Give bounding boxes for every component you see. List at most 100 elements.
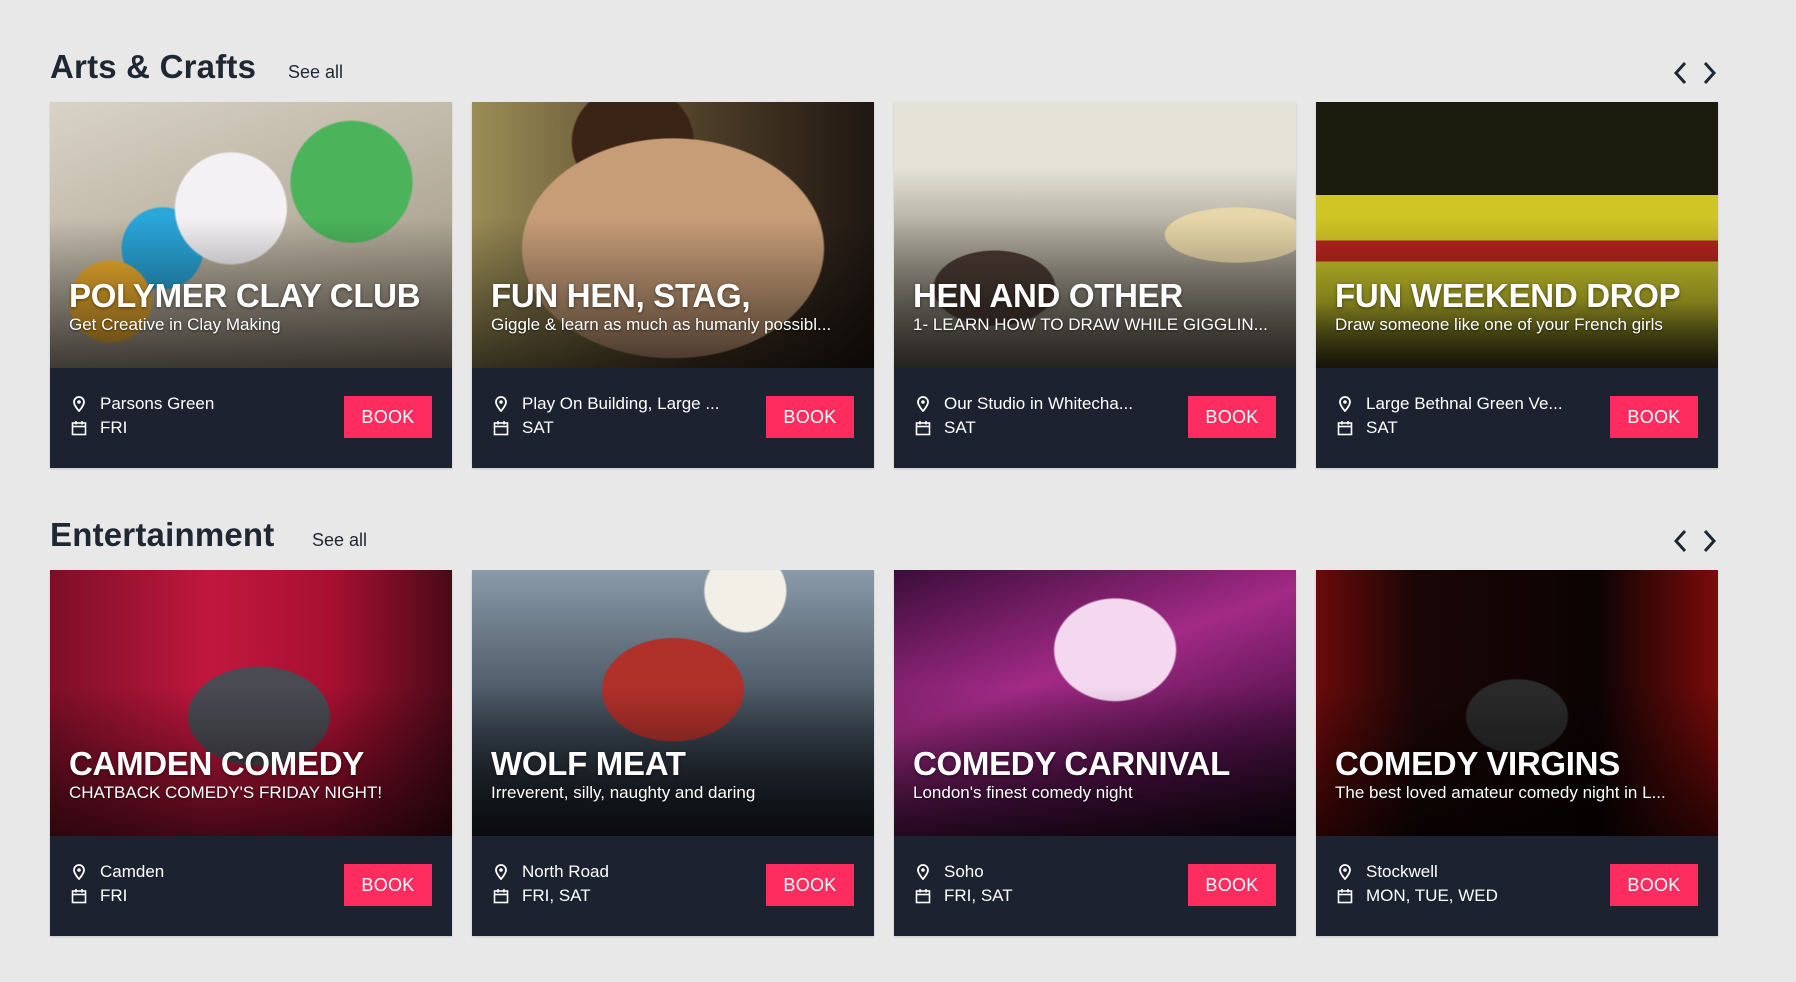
book-button[interactable]: BOOK bbox=[1188, 864, 1276, 906]
location-text: Camden bbox=[100, 862, 165, 881]
location-text: Play On Building, Large ... bbox=[522, 394, 720, 413]
event-title: POLYMER CLAY CLUB bbox=[69, 277, 421, 314]
event-subtitle: The best loved amateur comedy night in L… bbox=[1335, 783, 1666, 802]
book-button[interactable]: BOOK bbox=[344, 864, 432, 906]
event-title: HEN AND OTHER bbox=[913, 277, 1183, 314]
event-location: Play On Building, Large ... bbox=[492, 394, 720, 414]
days-text: SAT bbox=[944, 418, 976, 437]
event-days: FRI bbox=[70, 418, 127, 438]
section-header: Arts & Crafts See all bbox=[50, 40, 1720, 102]
days-text: FRI, SAT bbox=[944, 886, 1013, 905]
book-button[interactable]: BOOK bbox=[766, 396, 854, 438]
event-subtitle: Draw someone like one of your French gir… bbox=[1335, 315, 1663, 334]
event-location: North Road bbox=[492, 862, 609, 882]
event-footer: Our Studio in Whitecha... SAT BOOK bbox=[894, 368, 1296, 468]
days-text: MON, TUE, WED bbox=[1366, 886, 1498, 905]
event-days: SAT bbox=[1336, 418, 1398, 438]
event-subtitle: London's finest comedy night bbox=[913, 783, 1133, 802]
event-title: CAMDEN COMEDY bbox=[69, 745, 364, 782]
map-pin-icon bbox=[914, 863, 932, 881]
calendar-icon bbox=[1336, 887, 1354, 905]
map-pin-icon bbox=[70, 863, 88, 881]
book-button[interactable]: BOOK bbox=[766, 864, 854, 906]
event-footer: Large Bethnal Green Ve... SAT BOOK bbox=[1316, 368, 1718, 468]
calendar-icon bbox=[1336, 419, 1354, 437]
event-card[interactable]: CAMDEN COMEDY CHATBACK COMEDY'S FRIDAY N… bbox=[50, 570, 452, 936]
chevron-left-icon[interactable] bbox=[1670, 526, 1690, 556]
location-text: Soho bbox=[944, 862, 984, 881]
location-text: Large Bethnal Green Ve... bbox=[1366, 394, 1563, 413]
event-days: SAT bbox=[914, 418, 976, 438]
book-button[interactable]: BOOK bbox=[344, 396, 432, 438]
event-subtitle: Giggle & learn as much as humanly possib… bbox=[491, 315, 832, 334]
calendar-icon bbox=[70, 419, 88, 437]
carousel-arrows bbox=[1670, 526, 1720, 556]
section-title: Arts & Crafts bbox=[50, 48, 257, 85]
calendar-icon bbox=[914, 887, 932, 905]
card-row: POLYMER CLAY CLUB Get Creative in Clay M… bbox=[50, 102, 1718, 468]
event-subtitle: Irreverent, silly, naughty and daring bbox=[491, 783, 756, 802]
map-pin-icon bbox=[492, 395, 510, 413]
map-pin-icon bbox=[492, 863, 510, 881]
event-days: SAT bbox=[492, 418, 554, 438]
event-card[interactable]: WOLF MEAT Irreverent, silly, naughty and… bbox=[472, 570, 874, 936]
chevron-right-icon[interactable] bbox=[1700, 526, 1720, 556]
event-footer: Parsons Green FRI BOOK bbox=[50, 368, 452, 468]
event-card[interactable]: POLYMER CLAY CLUB Get Creative in Clay M… bbox=[50, 102, 452, 468]
calendar-icon bbox=[914, 419, 932, 437]
event-title: FUN HEN, STAG, bbox=[491, 277, 751, 314]
event-footer: Soho FRI, SAT BOOK bbox=[894, 836, 1296, 936]
event-days: FRI, SAT bbox=[914, 886, 1013, 906]
days-text: FRI bbox=[100, 418, 128, 437]
card-row: CAMDEN COMEDY CHATBACK COMEDY'S FRIDAY N… bbox=[50, 570, 1718, 936]
chevron-right-icon[interactable] bbox=[1700, 58, 1720, 88]
event-card[interactable]: FUN HEN, STAG, Giggle & learn as much as… bbox=[472, 102, 874, 468]
days-text: SAT bbox=[522, 418, 554, 437]
book-button[interactable]: BOOK bbox=[1610, 396, 1698, 438]
event-location: Camden bbox=[70, 862, 164, 882]
see-all-link[interactable]: See all bbox=[312, 530, 367, 551]
event-subtitle: 1- LEARN HOW TO DRAW WHILE GIGGLIN... bbox=[913, 315, 1268, 334]
event-card[interactable]: COMEDY CARNIVAL London's finest comedy n… bbox=[894, 570, 1296, 936]
section-title: Entertainment bbox=[50, 516, 275, 553]
event-days: FRI, SAT bbox=[492, 886, 591, 906]
days-text: FRI bbox=[100, 886, 128, 905]
carousel-arrows bbox=[1670, 58, 1720, 88]
map-pin-icon bbox=[914, 395, 932, 413]
event-footer: Camden FRI BOOK bbox=[50, 836, 452, 936]
event-title: WOLF MEAT bbox=[491, 745, 686, 782]
calendar-icon bbox=[492, 887, 510, 905]
event-title: COMEDY VIRGINS bbox=[1335, 745, 1620, 782]
chevron-left-icon[interactable] bbox=[1670, 58, 1690, 88]
map-pin-icon bbox=[1336, 863, 1354, 881]
map-pin-icon bbox=[70, 395, 88, 413]
event-days: FRI bbox=[70, 886, 127, 906]
event-title: FUN WEEKEND DROP bbox=[1335, 277, 1681, 314]
event-location: Parsons Green bbox=[70, 394, 214, 414]
event-footer: Play On Building, Large ... SAT BOOK bbox=[472, 368, 874, 468]
location-text: Stockwell bbox=[1366, 862, 1438, 881]
map-pin-icon bbox=[1336, 395, 1354, 413]
calendar-icon bbox=[70, 887, 88, 905]
location-text: Parsons Green bbox=[100, 394, 215, 413]
days-text: FRI, SAT bbox=[522, 886, 591, 905]
book-button[interactable]: BOOK bbox=[1188, 396, 1276, 438]
see-all-link[interactable]: See all bbox=[288, 62, 343, 83]
event-subtitle: Get Creative in Clay Making bbox=[69, 315, 281, 334]
book-button[interactable]: BOOK bbox=[1610, 864, 1698, 906]
section-entertainment: Entertainment See all CAMDEN COMEDY CHAT… bbox=[50, 508, 1720, 936]
event-card[interactable]: FUN WEEKEND DROP Draw someone like one o… bbox=[1316, 102, 1718, 468]
event-location: Large Bethnal Green Ve... bbox=[1336, 394, 1563, 414]
section-header: Entertainment See all bbox=[50, 508, 1720, 570]
event-card[interactable]: HEN AND OTHER 1- LEARN HOW TO DRAW WHILE… bbox=[894, 102, 1296, 468]
event-title: COMEDY CARNIVAL bbox=[913, 745, 1230, 782]
days-text: SAT bbox=[1366, 418, 1398, 437]
event-subtitle: CHATBACK COMEDY'S FRIDAY NIGHT! bbox=[69, 783, 383, 802]
event-location: Stockwell bbox=[1336, 862, 1438, 882]
event-location: Our Studio in Whitecha... bbox=[914, 394, 1133, 414]
location-text: Our Studio in Whitecha... bbox=[944, 394, 1133, 413]
calendar-icon bbox=[492, 419, 510, 437]
event-days: MON, TUE, WED bbox=[1336, 886, 1498, 906]
section-arts-crafts: Arts & Crafts See all POLYMER CLAY CLUB … bbox=[50, 40, 1720, 468]
event-card[interactable]: COMEDY VIRGINS The best loved amateur co… bbox=[1316, 570, 1718, 936]
